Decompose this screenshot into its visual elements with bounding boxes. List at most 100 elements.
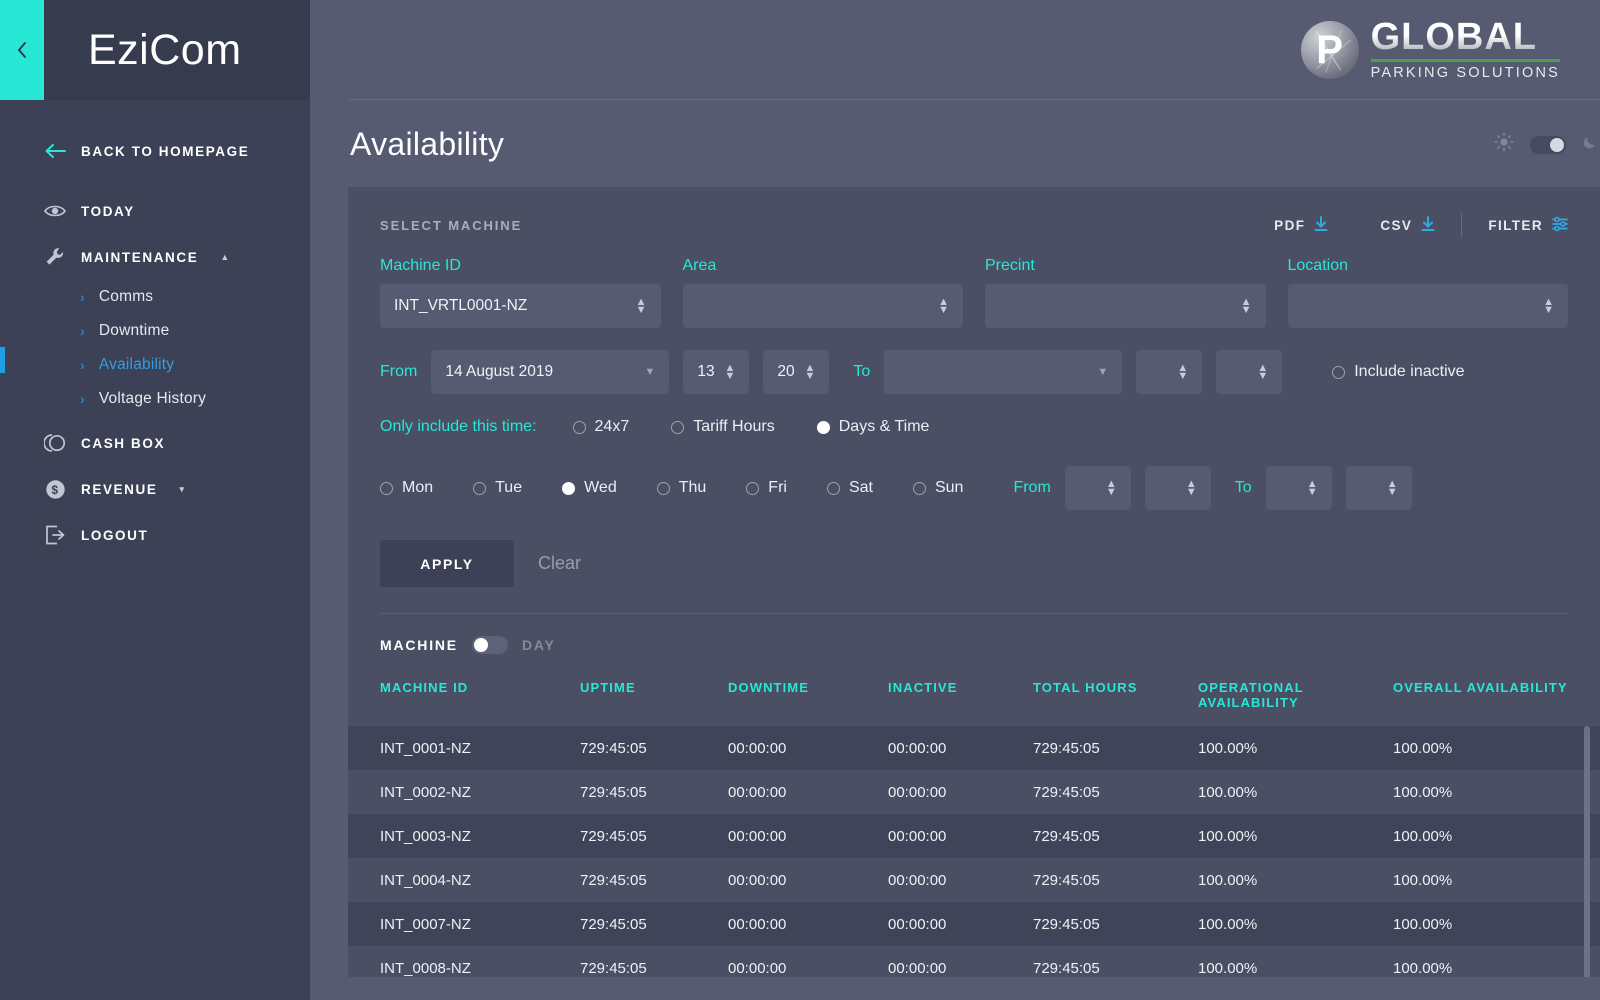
chevron-right-icon: › [80, 323, 85, 339]
filter-label: FILTER [1488, 217, 1543, 233]
cell-uptime: 729:45:05 [580, 871, 647, 889]
cell-total-hours: 729:45:05 [1033, 959, 1100, 977]
arrow-left-icon [44, 140, 66, 162]
day-from-minute-stepper[interactable]: ▲ ▼ [1144, 466, 1211, 510]
filter-button[interactable]: FILTER [1462, 216, 1568, 235]
stepper-icon: ▲ ▼ [1306, 478, 1318, 498]
radio-days-and-time[interactable]: Days & Time [816, 418, 929, 436]
clear-button[interactable]: Clear [538, 553, 581, 574]
sidebar-item-today[interactable]: TODAY [0, 188, 310, 234]
cell-uptime: 729:45:05 [580, 959, 647, 977]
sidebar-item-voltage-history[interactable]: › Voltage History [0, 382, 310, 416]
page-header: Availability [310, 100, 1600, 163]
location-select[interactable]: ▲ ▼ [1287, 284, 1568, 328]
day-label: Tue [495, 479, 523, 496]
export-csv-button[interactable]: CSV [1354, 215, 1461, 235]
cell-inactive: 00:00:00 [888, 739, 947, 757]
radio-day-wed[interactable]: Wed [562, 479, 617, 497]
stepper-icon: ▲ ▼ [1543, 296, 1554, 316]
sidebar-header: EziCom [0, 0, 310, 100]
globe-icon: P [1300, 20, 1359, 79]
column-header-machine-id: MACHINE ID [380, 680, 469, 695]
radio-dot [912, 481, 926, 495]
sidebar-item-label-revenue: REVENUE [81, 481, 158, 497]
top-bar: P GLOBAL PARKING SOLUTIONS [348, 0, 1600, 100]
machine-id-value: INT_VRTL0001-NZ [394, 297, 528, 314]
cell-overall-availability: 100.00% [1393, 739, 1453, 757]
day-time-from-label: From [1013, 479, 1051, 496]
sidebar-item-back-to-homepage[interactable]: TODAY BACK TO HOMEPAGE [0, 128, 310, 188]
radio-dot [746, 481, 760, 495]
radio-day-mon[interactable]: Mon [380, 479, 433, 497]
table-row[interactable]: INT_0004-NZ 729:45:05 00:00:00 00:00:00 … [348, 858, 1600, 902]
availability-table: MACHINE ID UPTIME DOWNTIME INACTIVE TOTA… [348, 674, 1600, 977]
to-minute-stepper[interactable]: ▲ ▼ [1216, 350, 1283, 394]
cell-inactive: 00:00:00 [888, 783, 947, 801]
cell-uptime: 729:45:05 [580, 827, 647, 845]
area-select[interactable]: ▲ ▼ [682, 284, 963, 328]
app-root: EziCom TODAY BACK TO HOMEPAGE [0, 0, 1600, 1000]
sidebar-item-comms[interactable]: › Comms [0, 280, 310, 314]
day-to-minute-stepper[interactable]: ▲ ▼ [1345, 466, 1412, 510]
radio-day-fri[interactable]: Fri [746, 479, 787, 497]
apply-button[interactable]: APPLY [380, 540, 514, 587]
radio-24x7[interactable]: 24x7 [572, 418, 629, 436]
from-hour-stepper[interactable]: 13 ▲ ▼ [683, 350, 750, 394]
table-row[interactable]: INT_0001-NZ 729:45:05 00:00:00 00:00:00 … [348, 726, 1600, 770]
radio-tariff-hours[interactable]: Tariff Hours [671, 418, 775, 436]
main-content: P GLOBAL PARKING SOLUTIONS Availability [310, 0, 1600, 1000]
sidebar-item-label-logout: LOGOUT [81, 527, 149, 543]
from-minute-stepper[interactable]: 20 ▲ ▼ [763, 350, 830, 394]
radio-day-sun[interactable]: Sun [912, 479, 963, 497]
table-body: INT_0001-NZ 729:45:05 00:00:00 00:00:00 … [348, 726, 1600, 977]
export-pdf-button[interactable]: PDF [1248, 215, 1354, 235]
radio-dot-selected [816, 420, 830, 434]
from-label: From [380, 363, 418, 380]
cell-operational-availability: 100.00% [1198, 959, 1258, 977]
chevron-down-icon: ▾ [179, 483, 186, 494]
sidebar-item-downtime[interactable]: › Downtime [0, 314, 310, 348]
table-row[interactable]: INT_0007-NZ 729:45:05 00:00:00 00:00:00 … [348, 902, 1600, 946]
radio-day-sat[interactable]: Sat [826, 479, 873, 497]
sun-icon [1494, 132, 1514, 157]
theme-toggle[interactable] [1530, 135, 1566, 154]
moon-icon [1582, 134, 1598, 155]
sidebar-item-cash-box[interactable]: CASH BOX [0, 416, 310, 466]
sidebar-active-indicator [0, 347, 5, 373]
day-selectors: Mon Tue Wed Thu Fri Sat Sun [380, 479, 963, 497]
day-from-hour-stepper[interactable]: ▲ ▼ [1064, 466, 1131, 510]
to-hour-stepper[interactable]: ▲ ▼ [1136, 350, 1203, 394]
sidebar-item-availability[interactable]: › Availability [0, 348, 310, 382]
to-date-select[interactable]: ▼ [884, 350, 1123, 394]
cell-inactive: 00:00:00 [888, 959, 947, 977]
export-csv-label: CSV [1380, 217, 1413, 233]
column-header-operational-availability: OPERATIONAL AVAILABILITY [1198, 680, 1304, 710]
sidebar-item-label-today: TODAY [81, 203, 135, 219]
view-mode-toggle[interactable] [471, 636, 508, 654]
table-scrollbar[interactable] [1584, 726, 1590, 977]
table-row[interactable]: INT_0003-NZ 729:45:05 00:00:00 00:00:00 … [348, 814, 1600, 858]
location-field: Location ▲ ▼ [1287, 257, 1568, 328]
cell-downtime: 00:00:00 [728, 739, 787, 757]
machine-id-select[interactable]: INT_VRTL0001-NZ ▲ ▼ [380, 284, 661, 328]
area-label: Area [682, 257, 717, 274]
radio-day-thu[interactable]: Thu [656, 479, 706, 497]
from-date-select[interactable]: 14 August 2019 ▼ [431, 350, 670, 394]
precint-select[interactable]: ▲ ▼ [985, 284, 1266, 328]
table-row[interactable]: INT_0008-NZ 729:45:05 00:00:00 00:00:00 … [348, 946, 1600, 977]
radio-day-tue[interactable]: Tue [473, 479, 522, 497]
sidebar-item-revenue[interactable]: $ REVENUE ▾ [0, 466, 310, 512]
sidebar-item-label-cash-box: CASH BOX [81, 435, 166, 451]
to-label: To [853, 363, 871, 380]
download-icon [1421, 215, 1435, 235]
day-to-hour-stepper[interactable]: ▲ ▼ [1265, 466, 1332, 510]
logo-sub-text: PARKING SOLUTIONS [1370, 65, 1560, 81]
radio-dot [826, 481, 840, 495]
table-row[interactable]: INT_0002-NZ 729:45:05 00:00:00 00:00:00 … [348, 770, 1600, 814]
sidebar-item-logout[interactable]: LOGOUT [0, 512, 310, 558]
sidebar-collapse-button[interactable] [0, 0, 44, 100]
sidebar-item-maintenance[interactable]: MAINTENANCE ▲ [0, 234, 310, 280]
time-mode-label: Only include this time: [380, 418, 537, 435]
include-inactive-checkbox[interactable]: Include inactive [1332, 363, 1465, 381]
stepper-icon: ▲ ▼ [1185, 478, 1197, 498]
